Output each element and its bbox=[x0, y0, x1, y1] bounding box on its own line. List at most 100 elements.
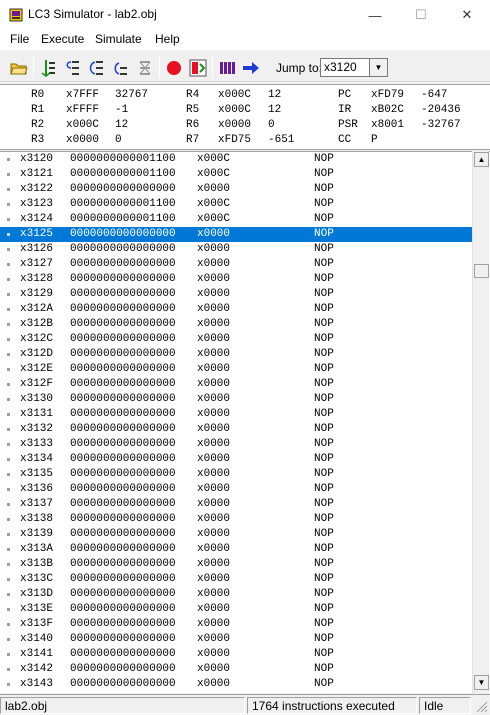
memory-row[interactable]: x3141 0000000000000000 x0000 NOP bbox=[0, 647, 472, 662]
clear-breakpoints-button[interactable] bbox=[134, 57, 156, 78]
breakpoint-marker-icon[interactable] bbox=[7, 683, 10, 686]
memory-row[interactable]: x313A 0000000000000000 x0000 NOP bbox=[0, 542, 472, 557]
scroll-down-button[interactable]: ▼ bbox=[474, 675, 489, 690]
breakpoint-marker-icon[interactable] bbox=[7, 518, 10, 521]
breakpoint-marker-icon[interactable] bbox=[7, 593, 10, 596]
memory-row[interactable]: x313C 0000000000000000 x0000 NOP bbox=[0, 572, 472, 587]
memory-row[interactable]: x3140 0000000000000000 x0000 NOP bbox=[0, 632, 472, 647]
breakpoint-marker-icon[interactable] bbox=[7, 233, 10, 236]
breakpoint-marker-icon[interactable] bbox=[7, 443, 10, 446]
memory-row[interactable]: x312C 0000000000000000 x0000 NOP bbox=[0, 332, 472, 347]
memory-row[interactable]: x3126 0000000000000000 x0000 NOP bbox=[0, 242, 472, 257]
breakpoint-marker-icon[interactable] bbox=[7, 503, 10, 506]
memory-row[interactable]: x3120 0000000000001100 x000C NOP bbox=[0, 152, 472, 167]
memory-row[interactable]: x3124 0000000000001100 x000C NOP bbox=[0, 212, 472, 227]
memory-row-selected[interactable]: x3125 0000000000000000 x0000 NOP bbox=[0, 227, 472, 242]
menu-help[interactable]: Help bbox=[153, 32, 182, 46]
resize-grip-icon[interactable] bbox=[474, 699, 488, 713]
run-button[interactable] bbox=[38, 57, 60, 78]
memory-row[interactable]: x313D 0000000000000000 x0000 NOP bbox=[0, 587, 472, 602]
stop-button[interactable] bbox=[163, 57, 185, 78]
jump-to-dropdown[interactable]: ▼ bbox=[370, 58, 388, 77]
memory-row[interactable]: x313B 0000000000000000 x0000 NOP bbox=[0, 557, 472, 572]
breakpoint-marker-icon[interactable] bbox=[7, 263, 10, 266]
memory-row[interactable]: x3139 0000000000000000 x0000 NOP bbox=[0, 527, 472, 542]
breakpoint-marker-icon[interactable] bbox=[7, 323, 10, 326]
memory-row[interactable]: x312B 0000000000000000 x0000 NOP bbox=[0, 317, 472, 332]
breakpoint-marker-icon[interactable] bbox=[7, 173, 10, 176]
memory-row[interactable]: x3132 0000000000000000 x0000 NOP bbox=[0, 422, 472, 437]
breakpoint-marker-icon[interactable] bbox=[7, 413, 10, 416]
breakpoint-marker-icon[interactable] bbox=[7, 248, 10, 251]
memory-row[interactable]: x3131 0000000000000000 x0000 NOP bbox=[0, 407, 472, 422]
memory-row[interactable]: x3135 0000000000000000 x0000 NOP bbox=[0, 467, 472, 482]
memory-row[interactable]: x312D 0000000000000000 x0000 NOP bbox=[0, 347, 472, 362]
memory-row[interactable]: x3121 0000000000001100 x000C NOP bbox=[0, 167, 472, 182]
memory-row[interactable]: x3133 0000000000000000 x0000 NOP bbox=[0, 437, 472, 452]
memory-row[interactable]: x3129 0000000000000000 x0000 NOP bbox=[0, 287, 472, 302]
scroll-thumb[interactable] bbox=[474, 264, 489, 278]
memory-row[interactable]: x3136 0000000000000000 x0000 NOP bbox=[0, 482, 472, 497]
memory-row[interactable]: x3142 0000000000000000 x0000 NOP bbox=[0, 662, 472, 677]
maximize-button[interactable]: ☐ bbox=[398, 0, 444, 30]
step-over-button[interactable] bbox=[62, 57, 84, 78]
memory-row[interactable]: x3123 0000000000001100 x000C NOP bbox=[0, 197, 472, 212]
breakpoint-marker-icon[interactable] bbox=[7, 668, 10, 671]
breakpoint-marker-icon[interactable] bbox=[7, 578, 10, 581]
breakpoint-marker-icon[interactable] bbox=[7, 473, 10, 476]
breakpoint-marker-icon[interactable] bbox=[7, 158, 10, 161]
breakpoint-marker-icon[interactable] bbox=[7, 563, 10, 566]
memory-scrollbar[interactable]: ▲ ▼ bbox=[472, 151, 489, 693]
breakpoint-marker-icon[interactable] bbox=[7, 353, 10, 356]
breakpoint-marker-icon[interactable] bbox=[7, 548, 10, 551]
memory-row[interactable]: x3128 0000000000000000 x0000 NOP bbox=[0, 272, 472, 287]
menu-file[interactable]: File bbox=[8, 32, 31, 46]
breakpoint-marker-icon[interactable] bbox=[7, 653, 10, 656]
breakpoint-marker-icon[interactable] bbox=[7, 383, 10, 386]
scroll-up-button[interactable]: ▲ bbox=[474, 152, 489, 167]
memory-binary: 0000000000000000 bbox=[70, 183, 176, 195]
breakpoint-marker-icon[interactable] bbox=[7, 398, 10, 401]
breakpoint-marker-icon[interactable] bbox=[7, 308, 10, 311]
memory-row[interactable]: x312F 0000000000000000 x0000 NOP bbox=[0, 377, 472, 392]
breakpoint-marker-icon[interactable] bbox=[7, 638, 10, 641]
memory-row[interactable]: x3138 0000000000000000 x0000 NOP bbox=[0, 512, 472, 527]
breakpoint-marker-icon[interactable] bbox=[7, 488, 10, 491]
step-out-button[interactable] bbox=[110, 57, 132, 78]
jump-to-input[interactable]: x3120 bbox=[320, 58, 370, 77]
memory-address: x313E bbox=[20, 603, 54, 615]
open-file-button[interactable] bbox=[8, 57, 30, 78]
breakpoint-marker-icon[interactable] bbox=[7, 188, 10, 191]
breakpoint-marker-icon[interactable] bbox=[7, 203, 10, 206]
jump-to-pc-button[interactable] bbox=[240, 57, 262, 78]
breakpoint-marker-icon[interactable] bbox=[7, 428, 10, 431]
memory-row[interactable]: x3134 0000000000000000 x0000 NOP bbox=[0, 452, 472, 467]
breakpoint-marker-icon[interactable] bbox=[7, 278, 10, 281]
memory-row[interactable]: x3122 0000000000000000 x0000 NOP bbox=[0, 182, 472, 197]
breakpoint-marker-icon[interactable] bbox=[7, 293, 10, 296]
breakpoint-marker-icon[interactable] bbox=[7, 623, 10, 626]
minimize-button[interactable]: — bbox=[352, 0, 398, 30]
menu-simulate[interactable]: Simulate bbox=[93, 32, 144, 46]
memory-row[interactable]: x312A 0000000000000000 x0000 NOP bbox=[0, 302, 472, 317]
breakpoint-marker-icon[interactable] bbox=[7, 338, 10, 341]
breakpoint-marker-icon[interactable] bbox=[7, 368, 10, 371]
menu-execute[interactable]: Execute bbox=[39, 32, 86, 46]
toggle-breakpoint-button[interactable] bbox=[187, 57, 209, 78]
memory-view-button[interactable] bbox=[217, 57, 239, 78]
memory-row[interactable]: x3143 0000000000000000 x0000 NOP bbox=[0, 677, 472, 692]
breakpoint-marker-icon[interactable] bbox=[7, 608, 10, 611]
memory-row[interactable]: x3130 0000000000000000 x0000 NOP bbox=[0, 392, 472, 407]
memory-row[interactable]: x3137 0000000000000000 x0000 NOP bbox=[0, 497, 472, 512]
breakpoint-marker-icon[interactable] bbox=[7, 458, 10, 461]
step-into-button[interactable] bbox=[86, 57, 108, 78]
memory-row[interactable]: x3127 0000000000000000 x0000 NOP bbox=[0, 257, 472, 272]
close-button[interactable]: ✕ bbox=[444, 0, 490, 30]
memory-row[interactable]: x312E 0000000000000000 x0000 NOP bbox=[0, 362, 472, 377]
memory-address: x3141 bbox=[20, 648, 54, 660]
memory-row[interactable]: x313E 0000000000000000 x0000 NOP bbox=[0, 602, 472, 617]
breakpoint-marker-icon[interactable] bbox=[7, 218, 10, 221]
breakpoint-marker-icon[interactable] bbox=[7, 533, 10, 536]
memory-row[interactable]: x313F 0000000000000000 x0000 NOP bbox=[0, 617, 472, 632]
memory-listing[interactable]: x3120 0000000000001100 x000C NOP x3121 000000… bbox=[0, 151, 490, 693]
